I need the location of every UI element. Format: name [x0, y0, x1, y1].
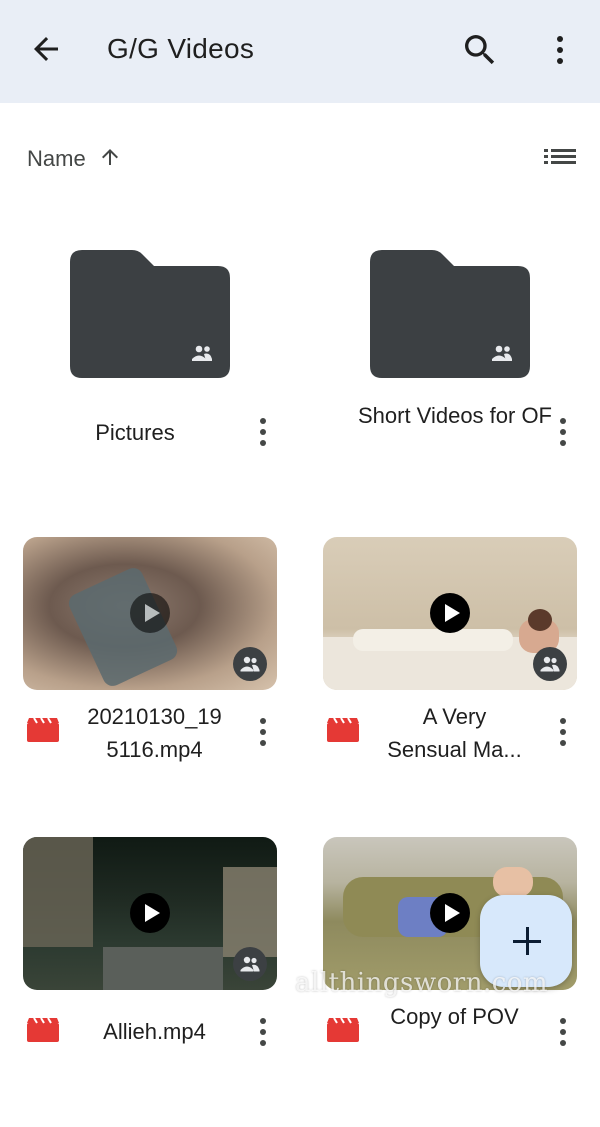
- shared-folder-icon: [370, 250, 530, 378]
- shared-icon: [233, 947, 267, 981]
- play-icon: [430, 593, 470, 633]
- sort-label[interactable]: Name: [27, 146, 86, 172]
- folder-card[interactable]: Short Videos for OF: [300, 248, 600, 518]
- file-name-line: Sensual Ma...: [387, 737, 522, 762]
- play-icon: [130, 593, 170, 633]
- more-vert-icon[interactable]: [546, 30, 574, 70]
- folder-name: Short Videos for OF: [357, 403, 552, 428]
- video-thumbnail[interactable]: [23, 837, 277, 990]
- file-name-line: 5116.mp4: [106, 737, 203, 762]
- folder-card[interactable]: Pictures: [0, 248, 300, 518]
- more-vert-icon[interactable]: [553, 1014, 573, 1050]
- sort-bar: Name: [0, 130, 600, 186]
- arrow-back-icon[interactable]: [28, 31, 64, 67]
- search-icon[interactable]: [460, 30, 500, 70]
- video-thumbnail[interactable]: [23, 537, 277, 690]
- list-view-icon[interactable]: [542, 143, 578, 173]
- video-file-icon: [27, 717, 59, 742]
- video-file-icon: [327, 1017, 359, 1042]
- file-name-line: Copy of POV: [390, 1004, 519, 1029]
- shared-folder-icon: [70, 250, 230, 378]
- page-title: G/G Videos: [107, 33, 255, 64]
- video-file-icon: [327, 717, 359, 742]
- folder-name: Pictures: [95, 420, 175, 445]
- play-icon: [130, 893, 170, 933]
- video-file-icon: [27, 1017, 59, 1042]
- video-thumbnail[interactable]: [323, 537, 577, 690]
- shared-icon: [533, 647, 567, 681]
- play-icon: [430, 893, 470, 933]
- watermark: allthingsworn.com: [295, 968, 549, 998]
- more-vert-icon[interactable]: [253, 714, 273, 750]
- file-card[interactable]: A Very Sensual Ma...: [300, 537, 600, 827]
- file-card[interactable]: Allieh.mp4: [0, 837, 300, 1127]
- file-name-line: A Very: [422, 704, 487, 729]
- more-vert-icon[interactable]: [553, 714, 573, 750]
- more-vert-icon[interactable]: [253, 1014, 273, 1050]
- arrow-up-icon[interactable]: [98, 145, 122, 169]
- file-card[interactable]: 20210130_19 5116.mp4: [0, 537, 300, 827]
- top-app-bar: G/G Videos: [0, 0, 600, 103]
- shared-icon: [233, 647, 267, 681]
- more-vert-icon[interactable]: [253, 414, 273, 450]
- file-name-line: Allieh.mp4: [103, 1019, 206, 1044]
- more-vert-icon[interactable]: [553, 414, 573, 450]
- file-name-line: 20210130_19: [87, 704, 222, 729]
